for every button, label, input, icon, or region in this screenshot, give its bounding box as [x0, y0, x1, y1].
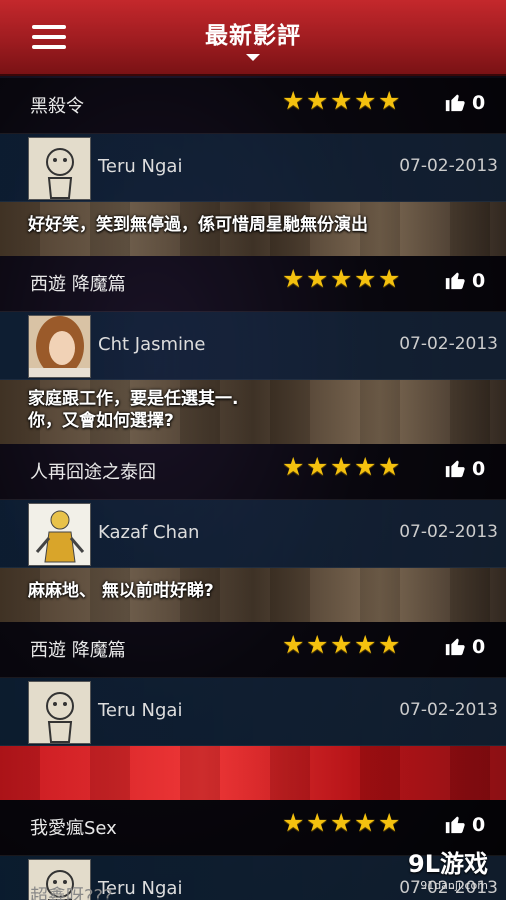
star-icon: ★	[282, 630, 305, 659]
watermark-logo: 9L游戏	[408, 850, 488, 878]
star-icon: ★	[378, 630, 401, 659]
movie-name: 西遊 降魔篇	[30, 640, 126, 661]
review-date: 07-02-2013	[399, 522, 498, 542]
star-icon: ★	[306, 630, 329, 659]
star-rating: ★★★★★	[282, 88, 402, 113]
thumbs-up-icon	[445, 816, 465, 834]
star-icon: ★	[282, 452, 305, 481]
like-count: 0	[472, 636, 486, 658]
star-icon: ★	[354, 86, 377, 115]
comment-text: 麻麻地、 無以前咁好睇?	[28, 581, 214, 601]
star-icon: ★	[330, 452, 353, 481]
star-icon: ★	[306, 86, 329, 115]
star-icon: ★	[282, 808, 305, 837]
doodle-avatar	[28, 137, 91, 200]
star-icon: ★	[330, 86, 353, 115]
woman-photo-avatar	[28, 315, 91, 378]
star-rating: ★★★★★	[282, 810, 402, 835]
comment-text: 家庭跟工作，要是任選其一. 你，又會如何選擇?	[28, 389, 239, 431]
star-icon: ★	[354, 630, 377, 659]
caret-down-icon	[246, 54, 260, 61]
star-icon: ★	[282, 264, 305, 293]
user-name: Kazaf Chan	[98, 522, 200, 543]
review-card[interactable]: 人再囧途之泰囧 ★★★★★ 0 Kazaf Chan 07-02-2013 麻麻…	[0, 444, 506, 622]
review-comment	[0, 746, 506, 800]
star-icon: ★	[354, 452, 377, 481]
review-user-row: Teru Ngai 07-02-2013	[0, 134, 506, 202]
review-comment: 好好笑，笑到無停過，係可惜周星馳無份演出	[0, 202, 506, 256]
movie-still-background	[0, 746, 506, 800]
thumbs-up-icon	[445, 460, 465, 478]
header-bar: 最新影評	[0, 0, 506, 76]
page-title: 最新影評	[205, 23, 301, 49]
review-date: 07-02-2013	[399, 334, 498, 354]
star-rating: ★★★★★	[282, 632, 402, 657]
user-name: Teru Ngai	[98, 700, 183, 721]
star-icon: ★	[378, 86, 401, 115]
star-icon: ★	[330, 630, 353, 659]
star-icon: ★	[378, 264, 401, 293]
review-user-row: Cht Jasmine 07-02-2013	[0, 312, 506, 380]
review-date: 07-02-2013	[399, 700, 498, 720]
review-date: 07-02-2013	[399, 156, 498, 176]
star-icon: ★	[378, 452, 401, 481]
review-user-row: Kazaf Chan 07-02-2013	[0, 500, 506, 568]
review-card[interactable]: 西遊 降魔篇 ★★★★★ 0 Teru Ngai 07-02-2013	[0, 622, 506, 800]
star-rating: ★★★★★	[282, 454, 402, 479]
review-card[interactable]: 黑殺令 ★★★★★ 0 Teru Ngai 07-02-2013 好好笑，笑到無…	[0, 78, 506, 256]
star-icon: ★	[378, 808, 401, 837]
star-icon: ★	[306, 264, 329, 293]
user-name: Cht Jasmine	[98, 334, 206, 355]
thumbs-up-icon	[445, 638, 465, 656]
star-icon: ★	[330, 808, 353, 837]
next-movie-name: 超鑫呀???	[30, 886, 113, 900]
cartoon-figure-avatar	[28, 503, 91, 566]
site-watermark: 9L游戏 91danji.com	[408, 844, 488, 892]
review-title-row: 黑殺令 ★★★★★ 0	[0, 78, 506, 134]
star-icon: ★	[330, 264, 353, 293]
thumbs-up-icon	[445, 272, 465, 290]
review-title-row: 西遊 降魔篇 ★★★★★ 0	[0, 256, 506, 312]
movie-name: 我愛瘋Sex	[30, 818, 117, 839]
movie-name: 黑殺令	[30, 96, 84, 117]
review-title-row: 西遊 降魔篇 ★★★★★ 0	[0, 622, 506, 678]
review-comment: 家庭跟工作，要是任選其一. 你，又會如何選擇?	[0, 380, 506, 444]
comment-text: 好好笑，笑到無停過，係可惜周星馳無份演出	[28, 215, 368, 235]
thumbs-up-icon	[445, 94, 465, 112]
star-icon: ★	[354, 808, 377, 837]
app-screen: 最新影評 黑殺令 ★★★★★ 0 Teru Ngai 07-02-2013 好好…	[0, 0, 506, 900]
review-list: 黑殺令 ★★★★★ 0 Teru Ngai 07-02-2013 好好笑，笑到無…	[0, 78, 506, 900]
title-dropdown[interactable]: 最新影評	[0, 16, 506, 61]
review-comment: 麻麻地、 無以前咁好睇?	[0, 568, 506, 622]
movie-name: 人再囧途之泰囧	[30, 462, 156, 483]
watermark-url: 91danji.com	[420, 879, 488, 892]
star-icon: ★	[306, 808, 329, 837]
like-count: 0	[472, 270, 486, 292]
doodle-avatar	[28, 681, 91, 744]
review-card[interactable]: 西遊 降魔篇 ★★★★★ 0 Cht Jasmine 07-02-2013 家庭…	[0, 256, 506, 444]
movie-name: 西遊 降魔篇	[30, 274, 126, 295]
review-user-row: Teru Ngai 07-02-2013	[0, 678, 506, 746]
review-title-row: 人再囧途之泰囧 ★★★★★ 0	[0, 444, 506, 500]
star-icon: ★	[282, 86, 305, 115]
user-name: Teru Ngai	[98, 156, 183, 177]
star-icon: ★	[354, 264, 377, 293]
like-count: 0	[472, 458, 486, 480]
like-count: 0	[472, 814, 486, 836]
star-rating: ★★★★★	[282, 266, 402, 291]
star-icon: ★	[306, 452, 329, 481]
like-count: 0	[472, 92, 486, 114]
